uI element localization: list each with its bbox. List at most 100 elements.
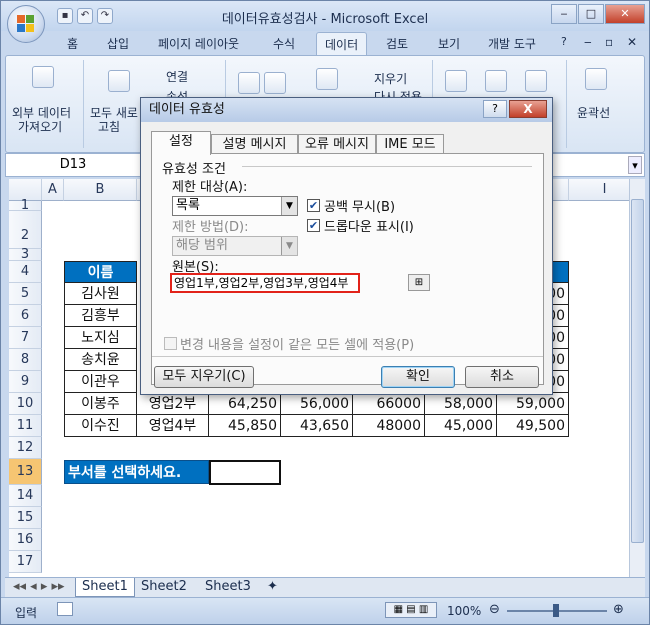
- scrollbar-thumb[interactable]: [631, 199, 644, 543]
- zoom-slider-thumb[interactable]: [553, 604, 559, 617]
- value-cell[interactable]: 43,650: [281, 415, 353, 437]
- tab-input-message[interactable]: 설명 메시지: [211, 134, 298, 154]
- tab-page-layout[interactable]: 페이지 레이아웃: [158, 35, 239, 52]
- sheet-tab-1[interactable]: Sheet1: [75, 578, 135, 597]
- dialog-close-button[interactable]: X: [509, 100, 547, 118]
- name-box[interactable]: D13: [6, 154, 141, 176]
- value-cell[interactable]: 59,000: [497, 393, 569, 415]
- ribbon-restore-icon[interactable]: ▫: [605, 35, 613, 49]
- refresh-icon[interactable]: [108, 70, 130, 92]
- prompt-cell[interactable]: 부서를 선택하세요.: [64, 460, 209, 484]
- name-cell[interactable]: 이관우: [64, 371, 137, 393]
- value-cell[interactable]: 45,000: [425, 415, 497, 437]
- row-header-9[interactable]: 9: [9, 371, 42, 393]
- row-header-11[interactable]: 11: [9, 415, 42, 437]
- tab-data[interactable]: 데이터: [316, 32, 368, 55]
- minimize-button[interactable]: ‒: [551, 4, 577, 24]
- row-header-15[interactable]: 15: [9, 507, 42, 529]
- insert-sheet-icon[interactable]: ✦: [261, 578, 284, 597]
- close-button[interactable]: ✕: [605, 4, 645, 24]
- value-cell[interactable]: 64,250: [209, 393, 281, 415]
- row-header-12[interactable]: 12: [9, 437, 42, 459]
- macro-record-icon[interactable]: [57, 602, 73, 616]
- sheet-tab-3[interactable]: Sheet3: [199, 578, 257, 597]
- clear-filter-label[interactable]: 지우기: [374, 70, 407, 87]
- connections-label[interactable]: 연결: [166, 68, 188, 85]
- tab-insert[interactable]: 삽입: [107, 35, 129, 52]
- value-cell[interactable]: 58,000: [425, 393, 497, 415]
- value-cell[interactable]: 48000: [353, 415, 425, 437]
- row-header-14[interactable]: 14: [9, 485, 42, 507]
- selected-cell-d13[interactable]: [209, 460, 281, 485]
- tab-formulas[interactable]: 수식: [273, 35, 295, 52]
- value-cell[interactable]: 45,850: [209, 415, 281, 437]
- row-header-10[interactable]: 10: [9, 393, 42, 415]
- cancel-button[interactable]: 취소: [465, 366, 539, 388]
- header-name-cell[interactable]: 이름: [64, 261, 137, 283]
- expand-formula-icon[interactable]: ▾: [628, 156, 642, 174]
- ok-button[interactable]: 확인: [381, 366, 455, 388]
- zoom-level[interactable]: 100%: [447, 604, 481, 618]
- office-button[interactable]: [7, 5, 45, 43]
- filter-icon[interactable]: [316, 68, 338, 90]
- row-header-1[interactable]: 1: [9, 199, 42, 212]
- ignore-blank-checkbox[interactable]: ✔: [307, 199, 320, 212]
- ignore-blank-label[interactable]: 공백 무시(B): [324, 196, 395, 215]
- name-cell[interactable]: 이봉주: [64, 393, 137, 415]
- name-cell[interactable]: 김흥부: [64, 305, 137, 327]
- ribbon-minimize-icon[interactable]: ‒: [584, 35, 592, 49]
- col-header-b[interactable]: B: [64, 179, 137, 201]
- tab-view[interactable]: 보기: [438, 35, 460, 52]
- remove-duplicates-icon[interactable]: [485, 70, 507, 92]
- external-data-label-2[interactable]: 가져오기: [18, 118, 62, 135]
- row-header-2[interactable]: 2: [9, 211, 42, 249]
- vertical-scrollbar[interactable]: [629, 179, 645, 577]
- maximize-button[interactable]: □: [578, 4, 604, 24]
- in-cell-dropdown-checkbox[interactable]: ✔: [307, 219, 320, 232]
- name-cell[interactable]: 김사원: [64, 283, 137, 305]
- external-data-icon[interactable]: [32, 66, 54, 88]
- in-cell-dropdown-label[interactable]: 드롭다운 표시(I): [324, 216, 414, 235]
- range-selector-icon[interactable]: ⊞: [408, 274, 430, 291]
- zoom-out-icon[interactable]: ⊖: [489, 602, 500, 617]
- row-header-4[interactable]: 4: [9, 261, 42, 283]
- row-header-13[interactable]: 13: [9, 459, 42, 485]
- value-cell[interactable]: 49,500: [497, 415, 569, 437]
- apply-to-all-label[interactable]: 변경 내용을 설정이 같은 모든 셀에 적용(P): [180, 334, 414, 353]
- row-header-16[interactable]: 16: [9, 529, 42, 551]
- help-icon[interactable]: ?: [561, 35, 567, 48]
- row-header-7[interactable]: 7: [9, 327, 42, 349]
- col-header-a[interactable]: A: [42, 179, 64, 201]
- source-input[interactable]: 영업1부,영업2부,영업3부,영업4부: [170, 273, 360, 293]
- tab-developer[interactable]: 개발 도구: [488, 35, 536, 52]
- data-validation-icon[interactable]: [525, 70, 547, 92]
- row-header-5[interactable]: 5: [9, 283, 42, 305]
- sheet-nav-icon[interactable]: ◂◂ ◂ ▸ ▸▸: [7, 578, 71, 597]
- name-cell[interactable]: 노지심: [64, 327, 137, 349]
- dept-cell[interactable]: 영업2부: [137, 393, 209, 415]
- allow-select[interactable]: 목록 ▼: [172, 196, 298, 216]
- sheet-tab-2[interactable]: Sheet2: [135, 578, 193, 597]
- chevron-down-icon[interactable]: ▼: [281, 197, 297, 215]
- tab-review[interactable]: 검토: [386, 35, 408, 52]
- tab-ime-mode[interactable]: IME 모드: [376, 134, 444, 154]
- outline-label[interactable]: 윤곽선: [577, 104, 610, 121]
- name-cell[interactable]: 송치윤: [64, 349, 137, 371]
- ribbon-close-icon[interactable]: ✕: [627, 35, 637, 49]
- outline-icon[interactable]: [585, 68, 607, 90]
- text-to-columns-icon[interactable]: [445, 70, 467, 92]
- col-header-i[interactable]: I: [569, 179, 629, 201]
- row-header-8[interactable]: 8: [9, 349, 42, 371]
- tab-settings[interactable]: 설정: [151, 131, 211, 155]
- dept-cell[interactable]: 영업4부: [137, 415, 209, 437]
- row-header-17[interactable]: 17: [9, 551, 42, 573]
- row-header-6[interactable]: 6: [9, 305, 42, 327]
- sort-icon[interactable]: [238, 72, 260, 94]
- dialog-help-button[interactable]: ?: [483, 100, 507, 118]
- value-cell[interactable]: 56,000: [281, 393, 353, 415]
- name-cell[interactable]: 이수진: [64, 415, 137, 437]
- tab-home[interactable]: 홈: [67, 35, 78, 52]
- apply-to-all-checkbox[interactable]: [164, 337, 177, 350]
- refresh-all-label-2[interactable]: 고침: [98, 118, 120, 135]
- value-cell[interactable]: 66000: [353, 393, 425, 415]
